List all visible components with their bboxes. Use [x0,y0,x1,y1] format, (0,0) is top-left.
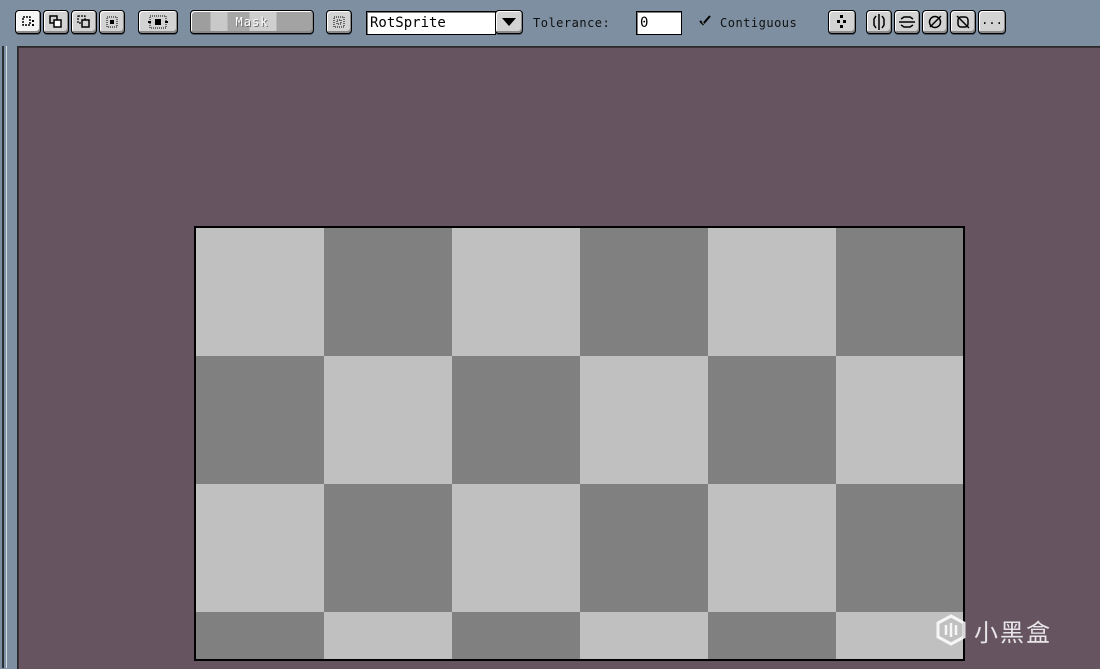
more-options-button[interactable]: ... [978,10,1006,34]
watermark-text: 小黑盒 [974,618,1052,647]
add-selection-button[interactable] [43,10,69,34]
transparent-color-icon [333,16,345,28]
contiguous-checkbox[interactable] [698,14,712,28]
replace-selection-icon [22,16,34,26]
add-selection-icon [49,15,62,28]
tolerance-label: Tolerance: [533,16,611,30]
symmetry-horizontal-button[interactable] [894,10,920,34]
panel-divider[interactable] [2,46,4,668]
editor-workspace[interactable] [17,46,1100,669]
rotation-algorithm-select[interactable]: RotSprite [366,11,496,35]
tolerance-input[interactable]: 0 [636,11,682,35]
symmetry-antidiagonal-icon [956,15,970,29]
subtract-selection-button[interactable] [71,10,97,34]
replace-selection-button[interactable] [15,10,41,34]
pivot-icon [148,15,168,29]
symmetry-vertical-button[interactable] [866,10,892,34]
mask-label: Mask [235,15,269,29]
brush-mode-button[interactable] [828,10,856,34]
watermark-logo-icon [936,614,966,646]
symmetry-horizontal-icon [899,16,915,28]
more-icon: ... [981,13,1003,27]
symmetry-vertical-icon [873,14,885,30]
symmetry-antidiagonal-button[interactable] [950,10,976,34]
sprite-canvas[interactable] [194,226,965,661]
transparent-color-button[interactable] [326,10,352,34]
symmetry-diagonal-button[interactable] [922,10,948,34]
watermark: 小黑盒 [934,612,1052,648]
rotation-dropdown-button[interactable] [495,10,523,34]
intersect-selection-button[interactable] [99,10,125,34]
symmetry-diagonal-icon [928,15,942,29]
subtract-selection-icon [77,15,90,28]
panel-divider-highlight [6,46,7,668]
brush-mode-icon [837,15,846,28]
pivot-button[interactable] [138,10,178,34]
transparent-mask-button[interactable]: Mask [190,10,314,34]
contiguous-label[interactable]: Contiguous [720,16,797,30]
left-panel-edge [0,40,16,668]
chevron-down-icon [502,18,516,26]
intersect-selection-icon [106,16,118,28]
context-toolbar: Mask RotSprite Tolerance: 0 Contiguous .… [0,0,1100,40]
